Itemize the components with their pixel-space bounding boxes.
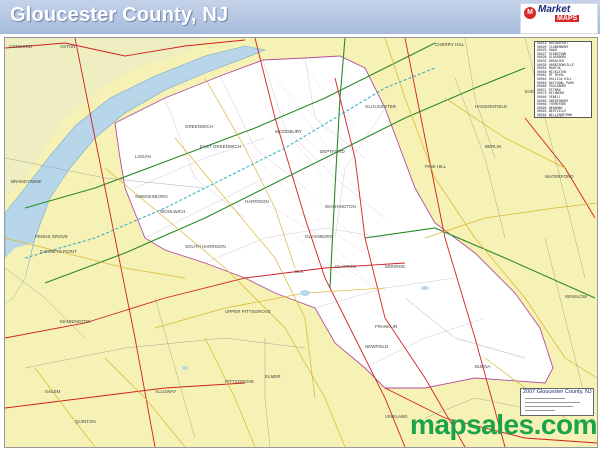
county-map[interactable]: CONCORDASTONCHERRY HILLEVESHAMGLOUCESTER… bbox=[4, 37, 598, 448]
place-label: BERLIN bbox=[485, 144, 501, 149]
titlebox-line bbox=[525, 398, 565, 399]
place-label: CLAYTON bbox=[335, 264, 356, 269]
place-label: NEWFIELD bbox=[365, 344, 389, 349]
place-label: SALEM bbox=[45, 389, 61, 394]
place-label: ALLOWAY bbox=[155, 389, 176, 394]
logo-circle: M bbox=[524, 7, 536, 19]
place-label: PENNS GROVE bbox=[35, 234, 68, 239]
place-label: PITTSGROVE bbox=[225, 379, 254, 384]
place-label: LOGAN bbox=[135, 154, 151, 159]
zip-code-legend: 08014 BRIDGEPORT 08020 CLARKSBORO 08025 EWAN 0… bbox=[534, 41, 592, 118]
place-label: MONROE bbox=[385, 264, 405, 269]
place-label: BUENA bbox=[475, 364, 491, 369]
place-label: HADDONFIELD bbox=[475, 104, 508, 109]
place-label: UPPER PITTSGROVE bbox=[225, 309, 271, 314]
place-label: QUINTON bbox=[75, 419, 96, 424]
place-label: ASTON bbox=[60, 44, 75, 49]
place-label: CONCORD bbox=[9, 44, 33, 49]
map-frame: Gloucester County, NJ M Market MAPS CONC… bbox=[0, 0, 600, 450]
place-label: SOUTH HARRISON bbox=[185, 244, 226, 249]
legend-row: 08096WOODBURY bbox=[537, 117, 564, 118]
titlebox-line bbox=[525, 406, 573, 407]
legend-place-name: WOODBURY bbox=[549, 117, 564, 118]
place-label: FRANKLIN bbox=[375, 324, 397, 329]
place-label: GLASSBORO bbox=[305, 234, 334, 239]
market-maps-logo: M Market MAPS bbox=[520, 3, 598, 34]
place-label: GREENWICH bbox=[185, 124, 213, 129]
logo-word: Market bbox=[538, 4, 571, 15]
map-title-box-text: 2007 Gloucester County, NJ bbox=[523, 389, 592, 395]
place-label: HARRISON bbox=[245, 199, 269, 204]
place-label: ELMER bbox=[265, 374, 281, 379]
place-label: CHERRY HILL bbox=[435, 42, 465, 47]
place-label: WINSLOW bbox=[565, 294, 588, 299]
place-label: MANNINGTON bbox=[60, 319, 91, 324]
place-label: SWEDESBORO bbox=[135, 194, 168, 199]
mapsales-watermark: mapsales.com bbox=[410, 409, 598, 440]
place-label: ELK bbox=[295, 269, 304, 274]
place-label: VINELAND bbox=[385, 414, 408, 419]
place-label: WOODBURY bbox=[275, 129, 302, 134]
place-label: CARNEYS POINT bbox=[40, 249, 77, 254]
place-label: WASHINGTON bbox=[325, 204, 356, 209]
titlebox-line bbox=[525, 402, 580, 403]
page-title: Gloucester County, NJ bbox=[10, 4, 229, 26]
place-label: EAST GREENWICH bbox=[200, 144, 241, 149]
place-label: WOOLWICH bbox=[160, 209, 185, 214]
legend-zip-code: 08096 bbox=[537, 117, 547, 118]
place-label: BRANDYWINE bbox=[11, 179, 42, 184]
place-label: PINE HILL bbox=[425, 164, 447, 169]
place-label: GLOUCESTER bbox=[365, 104, 397, 109]
title-bar: Gloucester County, NJ M Market MAPS bbox=[0, 0, 600, 34]
place-label: WATERFORD bbox=[545, 174, 574, 179]
logo-sub: MAPS bbox=[555, 15, 580, 22]
place-label: DEPTFORD bbox=[320, 149, 346, 154]
